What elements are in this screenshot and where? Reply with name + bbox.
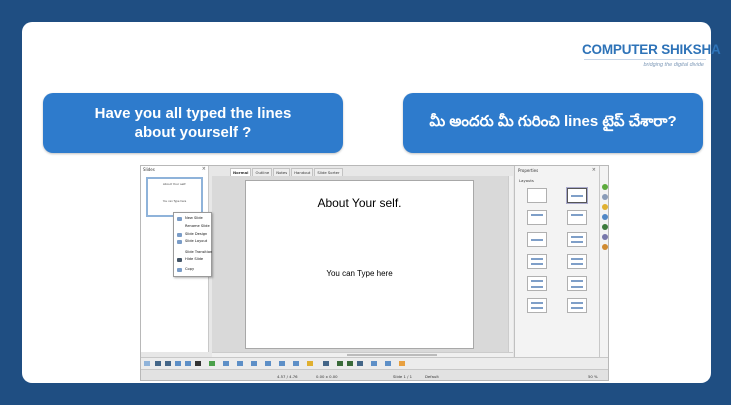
vertical-scrollbar[interactable]: [508, 176, 513, 352]
properties-deck: Properties × Layouts: [514, 166, 599, 357]
rectangle-tool-icon[interactable]: [175, 361, 181, 366]
menu-item-new-slide[interactable]: New Slide: [185, 216, 203, 220]
hide-slide-icon: [177, 258, 182, 262]
tab-notes[interactable]: Notes: [273, 168, 291, 176]
layout-title-only[interactable]: [567, 210, 587, 225]
new-slide-icon: [177, 217, 182, 221]
ellipse-tool-icon[interactable]: [185, 361, 191, 366]
copy-icon: [177, 268, 182, 272]
menu-item-slide-design[interactable]: Slide Design: [185, 232, 207, 236]
menu-item-slide-layout[interactable]: Slide Layout: [185, 239, 207, 243]
insert-image-icon[interactable]: [337, 361, 343, 366]
extrusion-icon[interactable]: [385, 361, 391, 366]
logo-text: COMPUTER SHIKSHA: [582, 42, 721, 57]
menu-item-hide-slide[interactable]: Hide Slide: [185, 257, 203, 261]
horizontal-scroll-thumb[interactable]: [347, 354, 437, 356]
symbol-shapes-icon[interactable]: [251, 361, 257, 366]
menu-item-slide-transition[interactable]: Slide Transition: [185, 250, 212, 254]
status-size: 0.00 x 0.00: [316, 374, 338, 379]
layout-option-9[interactable]: [527, 276, 547, 291]
properties-deck-icon[interactable]: [602, 184, 608, 190]
status-master: Default: [425, 374, 439, 379]
curve-tool-icon[interactable]: [209, 361, 215, 366]
view-tabs: Normal Outline Notes Handout Slide Sorte…: [230, 168, 344, 176]
edit-canvas: About Your self. You can Type here: [212, 176, 508, 352]
logo-divider: [584, 59, 706, 60]
layout-title-two-content[interactable]: [567, 232, 587, 247]
tab-slide-sorter[interactable]: Slide Sorter: [314, 168, 343, 176]
context-menu: New Slide Rename Slide Slide Design Slid…: [173, 212, 212, 277]
computer-shiksha-logo: COMPUTER SHIKSHA bridging the digital di…: [582, 42, 721, 82]
fontwork-icon[interactable]: [371, 361, 377, 366]
arrow-tool-icon[interactable]: [165, 361, 171, 366]
toggle-extrusion-icon[interactable]: [399, 361, 405, 366]
layout-option-12[interactable]: [567, 298, 587, 313]
telugu-question-bubble: మీ అందరు మీ గురించి lines టైప్ చేశారా?: [403, 93, 703, 153]
points-icon[interactable]: [323, 361, 329, 366]
english-question-bubble: Have you all typed the lines about yours…: [43, 93, 343, 153]
properties-close-icon[interactable]: ×: [592, 167, 596, 173]
navigator-deck-icon[interactable]: [602, 244, 608, 250]
english-question-text: Have you all typed the lines about yours…: [94, 105, 292, 141]
layouts-label: Layouts: [519, 178, 534, 183]
status-position: 4.57 / 4.76: [277, 374, 298, 379]
properties-title: Properties: [518, 168, 539, 173]
status-zoom[interactable]: 50 %: [588, 374, 598, 379]
tab-normal[interactable]: Normal: [230, 168, 252, 176]
slide-design-icon: [177, 233, 182, 237]
telugu-question-text: మీ అందరు మీ గురించి lines టైప్ చేశారా?: [429, 112, 677, 130]
gallery-deck-icon[interactable]: [602, 234, 608, 240]
flowchart-icon[interactable]: [279, 361, 285, 366]
tab-outline[interactable]: Outline: [252, 168, 273, 176]
slide-page[interactable]: About Your self. You can Type here: [245, 180, 474, 349]
status-slide-number: Slide 1 / 1: [393, 374, 412, 379]
line-tool-icon[interactable]: [155, 361, 161, 366]
layout-option-11[interactable]: [527, 298, 547, 313]
slide-thumbnail[interactable]: About Your self. You can Type here: [146, 177, 203, 217]
drawing-toolbar: [141, 357, 608, 369]
slide-body-text[interactable]: You can Type here: [246, 269, 473, 278]
insert-chart-icon[interactable]: [347, 361, 353, 366]
impress-screenshot: Slides × About Your self. You can Type h…: [140, 165, 609, 381]
layout-option-7[interactable]: [527, 254, 547, 269]
text-tool-icon[interactable]: [195, 361, 201, 366]
styles-deck-icon[interactable]: [602, 224, 608, 230]
connector-tool-icon[interactable]: [223, 361, 229, 366]
select-tool-icon[interactable]: [144, 361, 150, 366]
layout-title-content[interactable]: [527, 210, 547, 225]
layout-blank[interactable]: [527, 188, 547, 203]
menu-item-rename-slide[interactable]: Rename Slide: [185, 224, 210, 228]
callouts-icon[interactable]: [293, 361, 299, 366]
menu-item-copy[interactable]: Copy: [185, 267, 194, 271]
insert-table-icon[interactable]: [357, 361, 363, 366]
thumbnail-title: About Your self.: [162, 182, 187, 186]
layout-option-8[interactable]: [567, 254, 587, 269]
animation-deck-icon[interactable]: [602, 204, 608, 210]
slide-layout-icon: [177, 240, 182, 244]
slides-pane-close-icon[interactable]: ×: [202, 166, 206, 172]
sidebar-deck: [599, 166, 608, 357]
slide-transition-deck-icon[interactable]: [602, 194, 608, 200]
logo-tagline: bridging the digital divide: [643, 62, 704, 68]
block-arrows-icon[interactable]: [265, 361, 271, 366]
stars-icon[interactable]: [307, 361, 313, 366]
layout-centered-text[interactable]: [527, 232, 547, 247]
thumbnail-body: You can Type here: [162, 200, 187, 203]
slide-title-text[interactable]: About Your self.: [246, 196, 473, 210]
status-bar: 4.57 / 4.76 0.00 x 0.00 Slide 1 / 1 Defa…: [141, 369, 608, 380]
slides-pane-title: Slides: [143, 167, 155, 172]
layout-option-10[interactable]: [567, 276, 587, 291]
master-slides-deck-icon[interactable]: [602, 214, 608, 220]
tab-handout[interactable]: Handout: [291, 168, 314, 176]
layout-title-slide[interactable]: [567, 188, 587, 203]
basic-shapes-icon[interactable]: [237, 361, 243, 366]
